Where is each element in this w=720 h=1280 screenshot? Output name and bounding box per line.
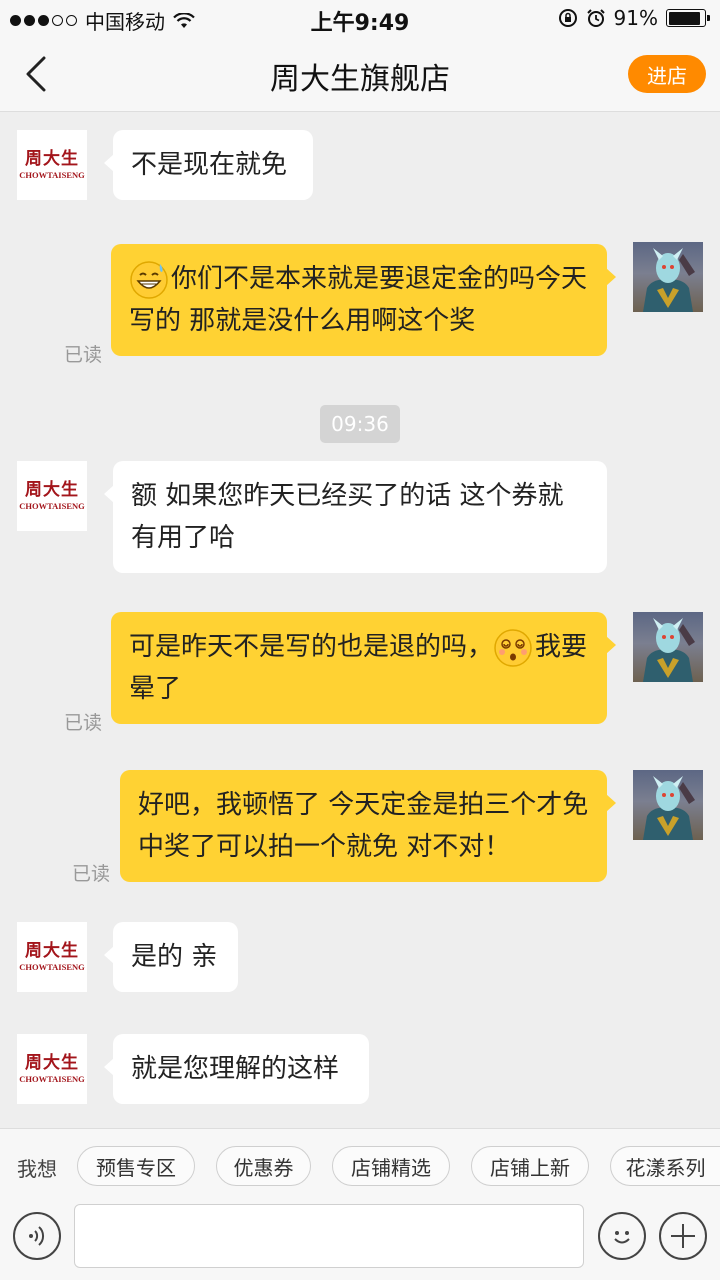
game-character-avatar-icon [643, 776, 695, 840]
user-avatar[interactable] [633, 770, 703, 840]
grin-sweat-emoji-icon [130, 260, 168, 299]
message-bubble-incoming[interactable]: 就是您理解的这样 [104, 1034, 369, 1104]
emoji-button[interactable] [598, 1212, 646, 1260]
shop-avatar[interactable]: 周大生 CHOWTAISENG [17, 461, 87, 531]
voice-button[interactable] [13, 1212, 61, 1260]
read-receipt: 已读 [64, 712, 103, 734]
shop-avatar[interactable]: 周大生 CHOWTAISENG [17, 922, 87, 992]
message-input-bar [0, 1204, 720, 1280]
read-receipt: 已读 [64, 344, 103, 366]
plus-icon [671, 1224, 695, 1248]
smiley-icon [614, 1231, 630, 1244]
page-title: 周大生旗舰店 [270, 62, 450, 97]
enter-shop-button[interactable]: 进店 [628, 55, 706, 93]
quick-chip-coupon[interactable]: 优惠券 [216, 1146, 311, 1186]
quick-chip-new-arrivals[interactable]: 店铺上新 [471, 1146, 589, 1186]
message-bubble-incoming[interactable]: 是的 亲 [104, 922, 238, 992]
quick-phrase-bar: 我想 预售专区 优惠券 店铺精选 店铺上新 花漾系列 [0, 1128, 720, 1204]
message-bubble-outgoing[interactable]: 你们不是本来就是要退定金的吗今天写的 那就是没什么用啊这个奖 [111, 244, 616, 356]
battery-icon [666, 9, 710, 27]
game-character-avatar-icon [643, 618, 695, 682]
read-receipt: 已读 [72, 863, 111, 885]
quick-chip-featured[interactable]: 店铺精选 [332, 1146, 450, 1186]
shop-avatar[interactable]: 周大生 CHOWTAISENG [17, 130, 87, 200]
battery-percent: 91% [613, 6, 658, 30]
shop-avatar[interactable]: 周大生 CHOWTAISENG [17, 1034, 87, 1104]
more-button[interactable] [659, 1212, 707, 1260]
message-input[interactable] [74, 1204, 584, 1268]
quick-chip-presale[interactable]: 预售专区 [77, 1146, 195, 1186]
chat-header: 周大生旗舰店 进店 [0, 36, 720, 112]
quick-chip-series[interactable]: 花漾系列 [610, 1146, 720, 1186]
quick-phrase-prefix: 我想 [17, 1157, 57, 1181]
dizzy-face-emoji-icon [494, 628, 532, 667]
message-bubble-outgoing[interactable]: 好吧，我顿悟了 今天定金是拍三个才免 中奖了可以拍一个就免 对不对！ [120, 770, 616, 882]
voice-icon [29, 1226, 45, 1246]
user-avatar[interactable] [633, 242, 703, 312]
game-character-avatar-icon [643, 248, 695, 312]
message-bubble-incoming[interactable]: 不是现在就免 [104, 130, 313, 200]
message-bubble-incoming[interactable]: 额 如果您昨天已经买了的话 这个券就有用了哈 [104, 461, 607, 573]
timestamp-chip: 09:36 [320, 405, 400, 443]
user-avatar[interactable] [633, 612, 703, 682]
message-bubble-outgoing[interactable]: 可是昨天不是写的也是退的吗， 我要晕了 [111, 612, 616, 724]
rotation-lock-icon [558, 9, 577, 27]
message-list[interactable]: 周大生 CHOWTAISENG 不是现在就免 已读 你们不是本来就是要退定金的吗… [0, 112, 720, 1128]
status-bar: 中国移动 上午9:49 91% [0, 0, 720, 36]
alarm-icon [586, 9, 605, 27]
